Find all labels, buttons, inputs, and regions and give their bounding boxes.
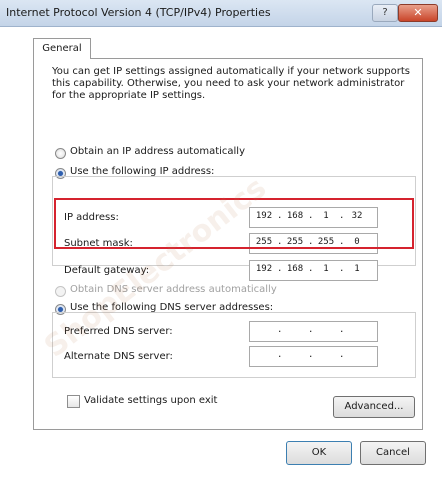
default-gateway-field[interactable]: 192 . 168 . 1 . 1 bbox=[249, 260, 378, 281]
tab-general[interactable]: General bbox=[33, 38, 91, 59]
alternate-dns-field[interactable]: . . . bbox=[249, 346, 378, 367]
window-title: Internet Protocol Version 4 (TCP/IPv4) P… bbox=[6, 6, 271, 19]
obtain-ip-auto-radio[interactable] bbox=[55, 148, 66, 159]
octet-separator: . bbox=[308, 264, 314, 274]
description-text: You can get IP settings assigned automat… bbox=[52, 66, 410, 101]
alternate-dns-label: Alternate DNS server: bbox=[64, 351, 173, 362]
default-gateway-label: Default gateway: bbox=[64, 265, 150, 276]
octet-separator: . bbox=[277, 264, 283, 274]
octet-separator: . bbox=[339, 350, 345, 360]
advanced-button[interactable]: Advanced... bbox=[333, 396, 415, 418]
gateway-octet-2: 168 bbox=[286, 264, 304, 274]
octet-separator: . bbox=[339, 325, 345, 335]
gateway-octet-4: 1 bbox=[354, 264, 360, 274]
gateway-octet-1: 192 bbox=[255, 264, 273, 274]
cancel-button[interactable]: Cancel bbox=[360, 441, 426, 465]
octet-separator: . bbox=[308, 350, 314, 360]
octet-separator: . bbox=[308, 325, 314, 335]
octet-separator: . bbox=[277, 325, 283, 335]
close-button[interactable]: ✕ bbox=[398, 4, 438, 22]
preferred-dns-label: Preferred DNS server: bbox=[64, 326, 173, 337]
obtain-dns-auto-radio[interactable] bbox=[55, 286, 66, 297]
octet-separator: . bbox=[339, 264, 345, 274]
gateway-octet-3: 1 bbox=[323, 264, 329, 274]
obtain-dns-auto-label[interactable]: Obtain DNS server address automatically bbox=[70, 284, 277, 295]
help-button[interactable]: ? bbox=[372, 4, 398, 22]
ok-button[interactable]: OK bbox=[286, 441, 352, 465]
octet-separator: . bbox=[277, 350, 283, 360]
obtain-ip-auto-label[interactable]: Obtain an IP address automatically bbox=[70, 146, 245, 157]
validate-label[interactable]: Validate settings upon exit bbox=[84, 395, 217, 406]
validate-checkbox[interactable] bbox=[67, 395, 80, 408]
highlight-box bbox=[54, 198, 414, 249]
preferred-dns-field[interactable]: . . . bbox=[249, 321, 378, 342]
